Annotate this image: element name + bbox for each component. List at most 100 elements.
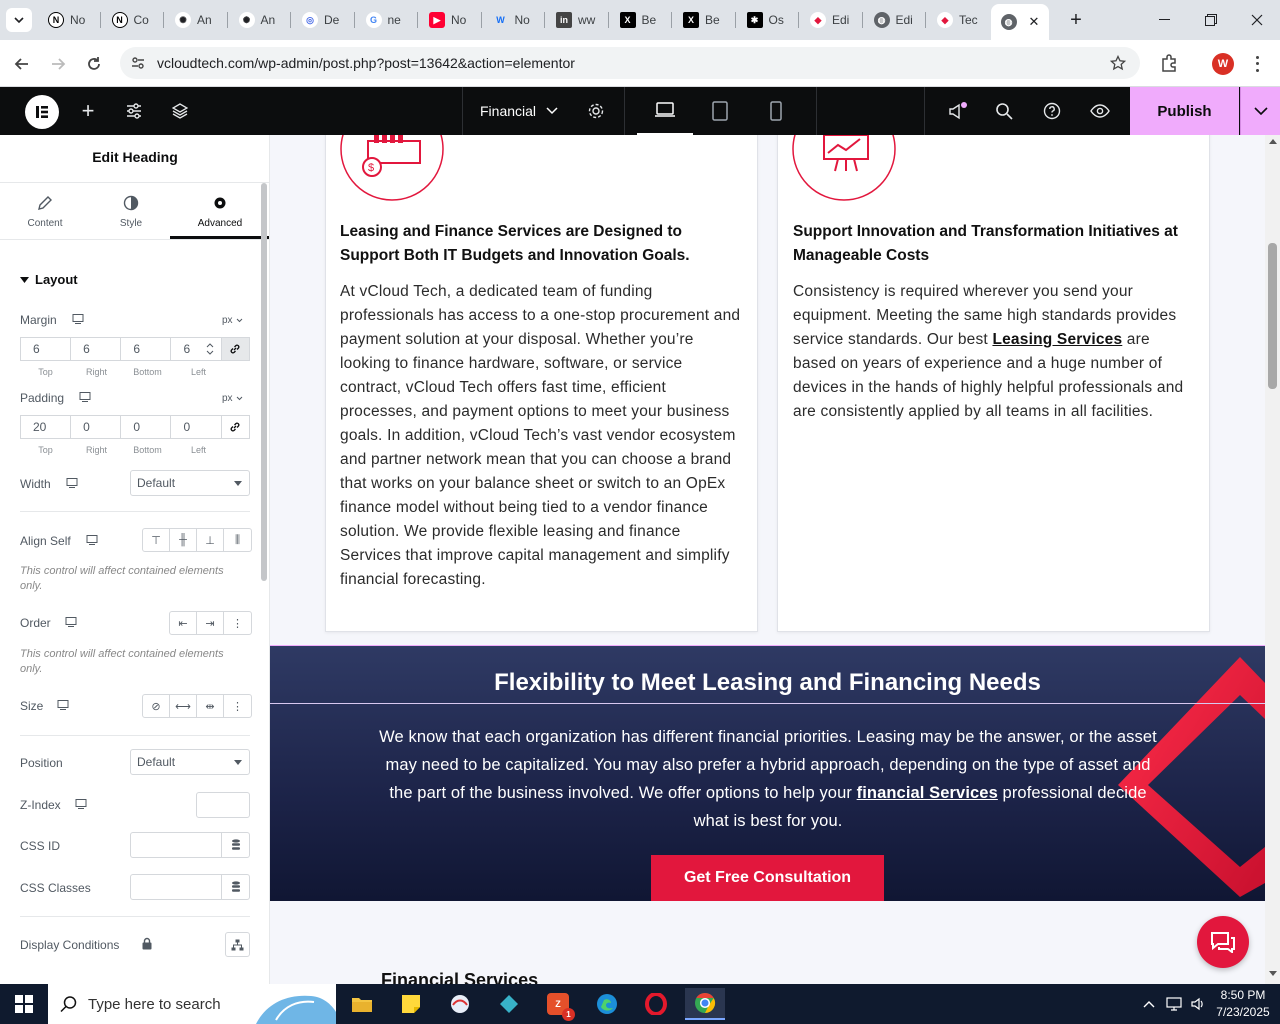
opera-taskbar-icon[interactable] [636, 988, 676, 1020]
search-button[interactable] [992, 87, 1016, 135]
padding-link-button[interactable] [222, 416, 249, 438]
app-taskbar-icon[interactable] [440, 988, 480, 1020]
padding-unit-select[interactable]: px [222, 393, 233, 404]
display-conditions-button[interactable] [225, 932, 250, 957]
desktop-icon[interactable] [65, 617, 77, 627]
browser-tab[interactable]: ◆ Tec [927, 6, 989, 34]
section-body[interactable]: We know that each organization has diffe… [378, 723, 1158, 835]
minimize-button[interactable] [1142, 0, 1188, 40]
chat-widget-button[interactable] [1197, 916, 1249, 968]
stepper-arrows-icon[interactable] [206, 343, 214, 355]
sticky-notes-taskbar-icon[interactable] [391, 988, 431, 1020]
browser-tab[interactable]: Gne [356, 6, 418, 34]
taskbar-search-box[interactable]: Type here to search [48, 984, 336, 1024]
leasing-services-link[interactable]: Leasing Services [992, 331, 1122, 348]
app-taskbar-icon[interactable] [489, 988, 529, 1020]
whats-new-button[interactable] [944, 87, 970, 135]
volume-icon[interactable] [1190, 996, 1206, 1012]
restore-button[interactable] [1188, 0, 1234, 40]
dynamic-tags-button[interactable] [221, 875, 249, 899]
desktop-icon[interactable] [57, 700, 69, 710]
device-mobile-button[interactable] [756, 87, 796, 135]
url-text[interactable]: vcloudtech.com/wp-admin/post.php?post=13… [157, 55, 575, 71]
extensions-icon[interactable] [1160, 54, 1178, 72]
page-settings-button[interactable] [584, 87, 608, 135]
device-desktop-button[interactable] [637, 87, 693, 135]
desktop-icon[interactable] [72, 314, 84, 324]
tab-content[interactable]: Content [0, 193, 90, 239]
more-options-icon[interactable]: ⋮ [224, 695, 251, 717]
browser-tab[interactable]: ✺ An [229, 6, 291, 34]
device-tablet-button[interactable] [700, 87, 740, 135]
browser-tab[interactable]: X Be [673, 6, 735, 34]
card-left-heading[interactable]: Leasing and Finance Services are Designe… [340, 220, 720, 268]
desktop-icon[interactable] [86, 535, 98, 545]
more-options-icon[interactable]: ⋮ [224, 612, 251, 634]
card-right-body[interactable]: Consistency is required wherever you sen… [793, 280, 1193, 424]
padding-right-input[interactable]: 0 [71, 416, 122, 438]
close-tab-icon[interactable]: ✕ [1029, 14, 1040, 30]
card-right-heading[interactable]: Support Innovation and Transformation In… [793, 220, 1193, 268]
order-start-icon[interactable]: ⇤ [170, 612, 197, 634]
browser-tab[interactable]: ✺ An [165, 6, 227, 34]
panel-scrollbar[interactable] [261, 183, 267, 581]
order-end-icon[interactable]: ⇥ [197, 612, 224, 634]
browser-tab[interactable]: ▶ No [419, 6, 481, 34]
site-info-icon[interactable] [131, 56, 145, 70]
close-window-button[interactable] [1234, 0, 1280, 40]
scroll-down-arrow[interactable] [1269, 971, 1277, 976]
page-selector[interactable]: Financial [480, 87, 558, 135]
card-left-body[interactable]: At vCloud Tech, a dedicated team of fund… [340, 280, 744, 592]
site-settings-button[interactable] [122, 87, 146, 135]
dynamic-tags-button[interactable] [221, 833, 249, 857]
padding-bottom-input[interactable]: 0 [121, 416, 172, 438]
width-select[interactable]: Default [130, 470, 250, 496]
css-id-input[interactable] [130, 832, 250, 858]
start-button[interactable] [4, 988, 44, 1020]
margin-link-button[interactable] [221, 338, 249, 360]
browser-tab[interactable]: ✱ Os [737, 6, 799, 34]
page-scrollbar[interactable] [1265, 135, 1280, 984]
align-start-icon[interactable]: ⊤ [143, 529, 170, 551]
margin-left-input[interactable]: 6 [171, 338, 222, 360]
browser-tab[interactable]: N Co [102, 6, 164, 34]
align-end-icon[interactable]: ⊥ [197, 529, 224, 551]
size-grow-icon[interactable]: ⟷ [170, 695, 197, 717]
margin-unit-select[interactable]: px [222, 315, 233, 326]
section-layout-toggle[interactable]: Layout [20, 272, 78, 287]
tab-search-button[interactable] [6, 8, 32, 32]
margin-right-input[interactable]: 6 [71, 338, 122, 360]
back-button[interactable] [8, 50, 36, 78]
browser-tab[interactable]: ◍ Edi [864, 6, 926, 34]
chrome-taskbar-icon[interactable] [685, 988, 725, 1020]
next-section-heading[interactable]: Financial Services [381, 970, 538, 984]
elementor-logo-button[interactable] [25, 95, 59, 129]
get-free-consultation-button[interactable]: Get Free Consultation [651, 855, 884, 901]
position-select[interactable]: Default [130, 749, 250, 775]
padding-left-input[interactable]: 0 [171, 416, 222, 438]
browser-menu-button[interactable] [1250, 54, 1264, 74]
tab-style[interactable]: Style [86, 193, 176, 239]
align-stretch-icon[interactable]: ⫼ [224, 529, 251, 551]
system-clock[interactable]: 8:50 PM 7/23/2025 [1214, 987, 1272, 1021]
new-tab-button[interactable]: + [1064, 8, 1088, 32]
browser-tab[interactable]: ◍ ✕ [990, 4, 1049, 40]
add-element-button[interactable]: + [76, 87, 100, 135]
zindex-input[interactable] [196, 792, 250, 818]
address-bar[interactable]: vcloudtech.com/wp-admin/post.php?post=13… [120, 47, 1140, 79]
bookmark-star-icon[interactable] [1110, 55, 1126, 71]
preview-button[interactable] [1088, 87, 1112, 135]
desktop-icon[interactable] [79, 392, 91, 402]
desktop-icon[interactable] [75, 799, 87, 809]
desktop-icon[interactable] [66, 478, 78, 488]
browser-tab[interactable]: ◆ Edi [800, 6, 862, 34]
zoho-taskbar-icon[interactable]: Z 1 [538, 988, 578, 1021]
flexibility-section[interactable]: Flexibility to Meet Leasing and Financin… [270, 645, 1265, 901]
scroll-thumb[interactable] [1268, 243, 1277, 389]
publish-button[interactable]: Publish [1130, 87, 1239, 135]
section-heading[interactable]: Flexibility to Meet Leasing and Financin… [270, 669, 1265, 697]
tab-advanced[interactable]: Advanced [170, 193, 269, 239]
help-button[interactable] [1040, 87, 1064, 135]
profile-avatar[interactable]: W [1212, 53, 1234, 75]
margin-bottom-input[interactable]: 6 [121, 338, 172, 360]
